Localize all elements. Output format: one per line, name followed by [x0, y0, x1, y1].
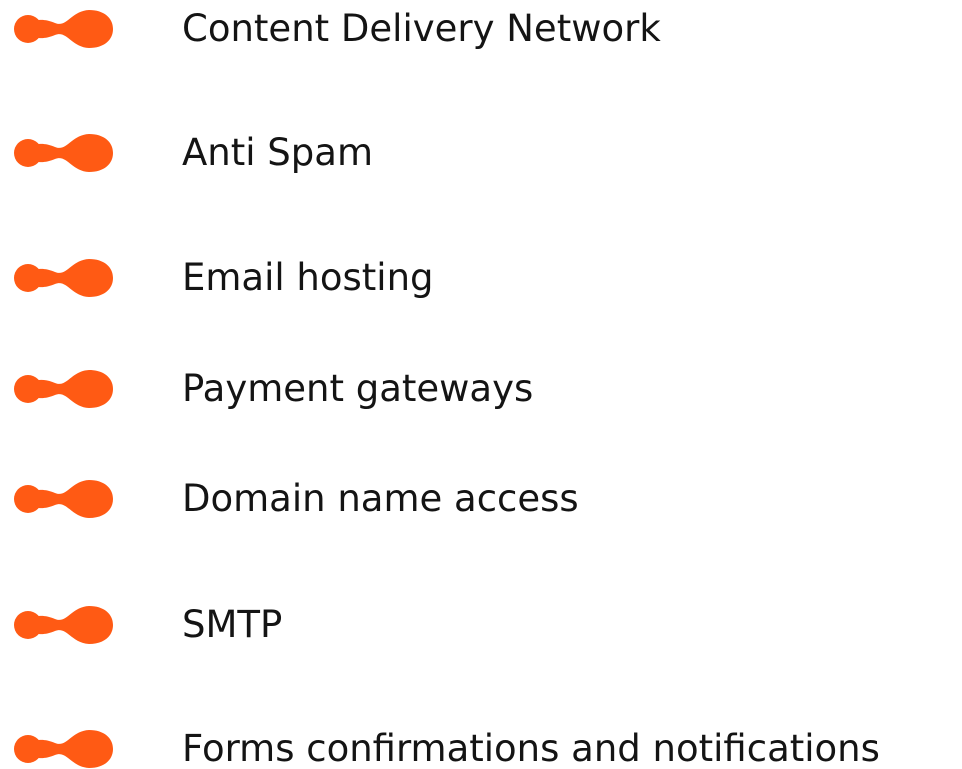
connector-dot-icon — [9, 6, 113, 52]
connector-dot-icon — [9, 366, 113, 412]
feature-list: Content Delivery Network Anti Spam Email… — [0, 0, 962, 769]
list-item: Anti Spam — [0, 124, 962, 184]
list-item: Content Delivery Network — [0, 0, 962, 60]
connector-dot-icon — [9, 255, 113, 301]
list-item: SMTP — [0, 596, 962, 656]
list-item: Payment gateways — [0, 360, 962, 420]
list-item: Domain name access — [0, 470, 962, 530]
list-item-label: Content Delivery Network — [182, 7, 661, 50]
connector-dot-icon — [9, 726, 113, 769]
list-item: Forms confirmations and notifications — [0, 720, 962, 769]
list-item: Email hosting — [0, 249, 962, 309]
connector-dot-icon — [9, 476, 113, 522]
list-item-label: SMTP — [182, 603, 283, 646]
list-item-label: Anti Spam — [182, 131, 373, 174]
list-item-label: Email hosting — [182, 256, 434, 299]
connector-dot-icon — [9, 602, 113, 648]
list-item-label: Forms confirmations and notifications — [182, 727, 880, 769]
connector-dot-icon — [9, 130, 113, 176]
list-item-label: Domain name access — [182, 477, 579, 520]
list-item-label: Payment gateways — [182, 367, 534, 410]
